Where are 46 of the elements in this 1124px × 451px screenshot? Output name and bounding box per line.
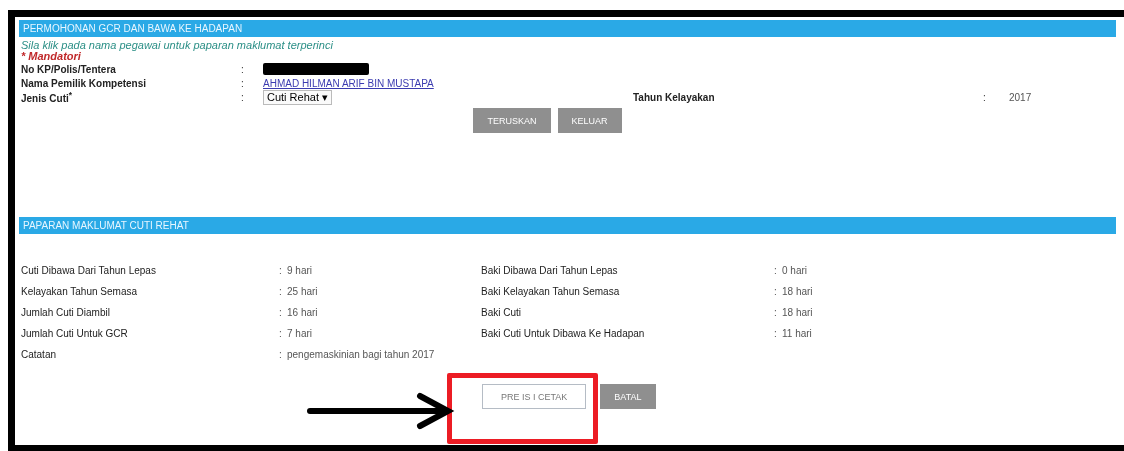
row-label: Kelayakan Tahun Semasa xyxy=(21,286,138,297)
colon: : xyxy=(241,63,245,75)
mandatory-note: * Mandatori xyxy=(21,51,81,62)
section-header: PERMOHONAN GCR DAN BAWA KE HADAPAN xyxy=(19,20,1116,37)
colon: : xyxy=(279,328,283,339)
colon: : xyxy=(774,307,778,318)
instruction-text: Sila klik pada nama pegawai untuk paparan maklumat terperinci xyxy=(21,39,334,51)
row-value: 25 hari xyxy=(287,286,319,297)
row-value: 11 hari xyxy=(782,328,813,339)
row-value: 0 hari xyxy=(782,265,808,276)
colon: : xyxy=(774,328,778,339)
cancel-button[interactable]: BATAL xyxy=(600,384,656,409)
colon: : xyxy=(279,307,283,318)
preview-print-button[interactable]: PRE IS I CETAK xyxy=(482,384,587,409)
row-label: Baki Kelayakan Tahun Semasa xyxy=(481,286,621,297)
colon: : xyxy=(774,286,778,297)
field-label: Tahun Kelayakan xyxy=(633,92,716,103)
colon: : xyxy=(774,265,778,276)
colon: : xyxy=(279,349,283,360)
row-label: Jumlah Cuti Diambil xyxy=(21,307,111,318)
section-header: PAPARAN MAKLUMAT CUTI REHAT xyxy=(19,217,1116,234)
row-label: Cuti Dibawa Dari Tahun Lepas xyxy=(21,265,157,276)
colon: : xyxy=(983,92,987,103)
row-value: 9 hari xyxy=(287,265,313,276)
field-label: No KP/Polis/Tentera xyxy=(21,63,117,75)
colon: : xyxy=(241,77,245,89)
row-value: 18 hari xyxy=(782,307,814,318)
colon: : xyxy=(279,265,283,276)
exit-button[interactable]: KELUAR xyxy=(557,108,622,133)
field-value: 2017 xyxy=(1009,92,1033,103)
row-value: pengemaskinian bagi tahun 2017 xyxy=(287,349,436,360)
row-value: 18 hari xyxy=(782,286,814,297)
colon: : xyxy=(279,286,283,297)
row-label: Baki Cuti Untuk Dibawa Ke Hadapan xyxy=(481,328,646,339)
row-value: 16 hari xyxy=(287,307,319,318)
row-value: 7 hari xyxy=(287,328,313,339)
field-label: Nama Pemilik Kompetensi xyxy=(21,77,148,89)
row-label: Baki Dibawa Dari Tahun Lepas xyxy=(481,265,619,276)
leave-type-dropdown[interactable]: Cuti Rehat ▾ xyxy=(263,90,333,105)
colon: : xyxy=(241,92,245,103)
continue-button[interactable]: TERUSKAN xyxy=(473,108,551,133)
field-label: Jenis Cuti$^{*}$ xyxy=(21,90,74,105)
row-label: Baki Cuti xyxy=(481,307,522,318)
row-label: Jumlah Cuti Untuk GCR xyxy=(21,328,129,339)
row-label: Catatan xyxy=(21,349,58,360)
employee-name-link[interactable]: AHMAD HILMAN ARIF BIN MUSTAPA xyxy=(263,77,633,89)
